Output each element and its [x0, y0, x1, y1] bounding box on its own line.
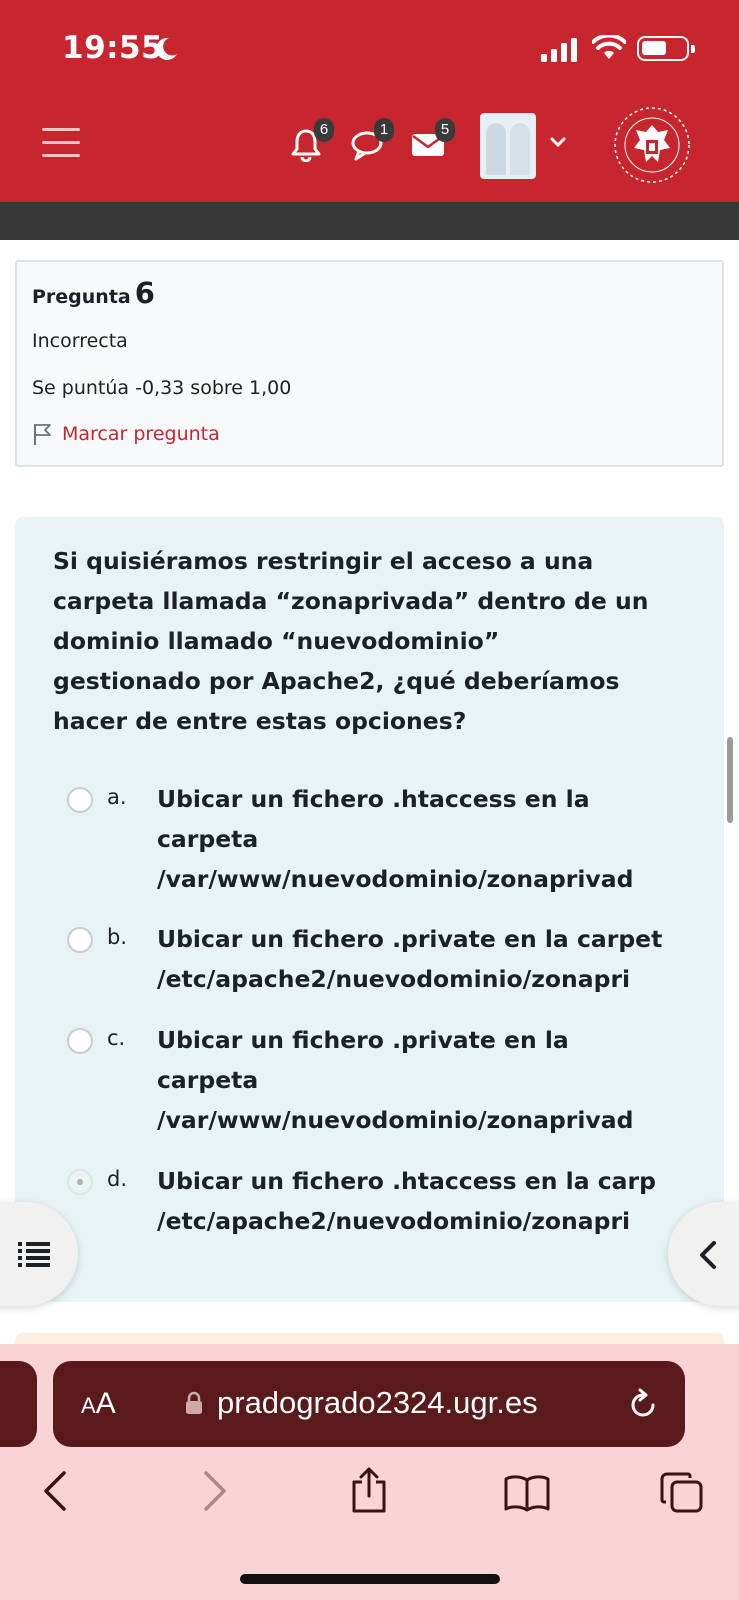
question-number: Pregunta 6 [32, 276, 155, 310]
tabs-icon[interactable] [660, 1472, 704, 1514]
messages-badge: 1 [374, 118, 394, 142]
option-text-line: carpeta [157, 1066, 259, 1094]
option-text-line: /var/www/nuevodominio/zonaprivad [157, 1106, 634, 1134]
lock-icon [186, 1391, 202, 1414]
question-text-line: carpeta llamada “zonaprivada” dentro de … [53, 587, 649, 615]
question-grade: Se puntúa -0,33 sobre 1,00 [32, 377, 292, 399]
option-letter: b. [107, 925, 128, 949]
option-text-line: Ubicar un fichero .private en la carpet [157, 925, 663, 953]
mail-button[interactable]: 5 [411, 118, 455, 162]
list-icon [18, 1242, 50, 1267]
secondary-navbar [0, 202, 739, 240]
notifications-button[interactable]: 6 [290, 118, 334, 166]
question-text-line: gestionado por Apache2, ¿qué deberíamos [53, 667, 620, 695]
radio-button[interactable] [67, 1169, 93, 1195]
radio-button[interactable] [67, 787, 93, 813]
question-state: Incorrecta [32, 330, 128, 352]
avatar[interactable] [480, 113, 536, 179]
share-icon[interactable] [350, 1466, 388, 1514]
option-text-line: Ubicar un fichero .private en la [157, 1026, 569, 1054]
flag-icon [34, 424, 51, 445]
option-text: Ubicar un fichero .htaccess en la carp /… [157, 1161, 717, 1241]
home-indicator [240, 1574, 500, 1584]
option-text: Ubicar un fichero .private en la carpeta… [157, 1020, 717, 1140]
menu-button[interactable] [42, 128, 80, 160]
option-text: Ubicar un fichero .htaccess en la carpet… [157, 779, 717, 899]
option-letter: c. [107, 1026, 126, 1050]
url-text: pradogrado2324.ugr.es [217, 1385, 538, 1420]
text-size-button[interactable]: AA [81, 1387, 116, 1421]
option-letter: d. [107, 1167, 128, 1191]
university-seal [614, 107, 690, 183]
messages-button[interactable]: 1 [350, 118, 394, 166]
option-text-line: /etc/apache2/nuevodominio/zonapri [157, 1207, 631, 1235]
wifi-icon [592, 35, 626, 59]
question-content-card: Si quisiéramos restringir el acceso a un… [15, 517, 724, 1302]
status-time: 19:55 [62, 30, 164, 66]
question-text-line: hacer de entre estas opciones? [53, 707, 467, 735]
text-size-small: A [81, 1393, 96, 1418]
app-header: 19:55 6 1 5 [0, 0, 739, 202]
flag-question-label: Marcar pregunta [62, 423, 220, 445]
back-icon[interactable] [42, 1470, 68, 1512]
moon-icon [156, 37, 177, 60]
scrollbar[interactable] [727, 737, 733, 823]
radio-button[interactable] [67, 1028, 93, 1054]
battery-icon [637, 36, 695, 61]
question-text-line: Si quisiéramos restringir el acceso a un… [53, 547, 594, 575]
option-letter: a. [107, 785, 127, 809]
radio-button[interactable] [67, 927, 93, 953]
question-text: Si quisiéramos restringir el acceso a un… [53, 541, 693, 741]
address-bar[interactable]: AA pradogrado2324.ugr.es [53, 1361, 685, 1447]
option-text-line: /var/www/nuevodominio/zonaprivad [157, 865, 634, 893]
signal-icon [541, 38, 577, 62]
question-label: Pregunta [32, 286, 131, 308]
chevron-down-icon[interactable] [550, 136, 566, 148]
previous-tab-preview[interactable] [0, 1361, 37, 1447]
forward-icon[interactable] [202, 1470, 228, 1512]
option-text-line: carpeta [157, 825, 259, 853]
option-text-line: /etc/apache2/nuevodominio/zonapri [157, 965, 633, 993]
text-size-big: A [95, 1387, 116, 1420]
chevron-left-icon [700, 1241, 716, 1269]
question-text-line: dominio llamado “nuevodominio” [53, 627, 500, 655]
option-text: Ubicar un fichero .private en la carpet … [157, 919, 717, 999]
reload-icon[interactable] [627, 1387, 659, 1421]
mail-badge: 5 [435, 118, 455, 142]
bookmarks-icon[interactable] [503, 1474, 551, 1512]
option-text-line: Ubicar un fichero .htaccess en la [157, 785, 590, 813]
question-info-card: Pregunta 6 Incorrecta Se puntúa -0,33 sob… [15, 260, 724, 467]
notifications-badge: 6 [314, 118, 334, 142]
flag-question-link[interactable]: Marcar pregunta [32, 422, 220, 446]
question-number-value: 6 [134, 276, 155, 310]
option-text-line: Ubicar un fichero .htaccess en la carp [157, 1167, 656, 1195]
